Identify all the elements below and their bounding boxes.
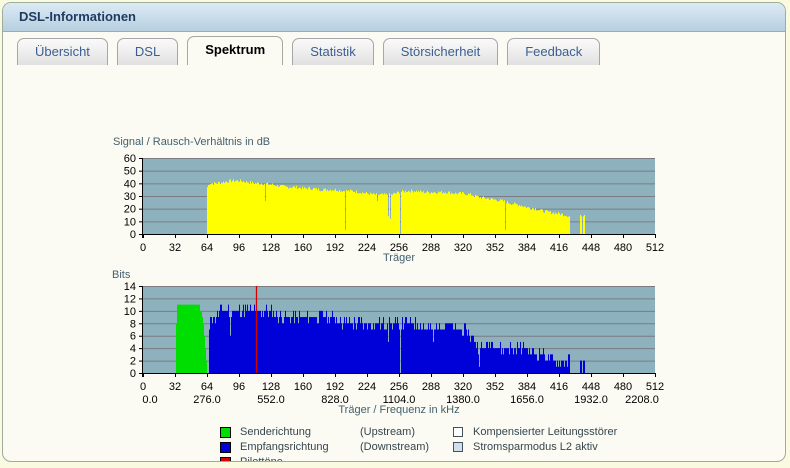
- svg-text:10: 10: [124, 216, 136, 228]
- svg-text:480: 480: [614, 242, 632, 254]
- svg-text:32: 32: [169, 381, 181, 393]
- svg-text:8: 8: [130, 318, 136, 330]
- legend-label-2: Pilottöne: [240, 456, 283, 462]
- flag-checkbox-0: [453, 427, 463, 437]
- tab-uebersicht[interactable]: Übersicht: [17, 38, 108, 65]
- bits-chart: 024681012140 32 64 96 128 160 192 224 256 288 320 3…: [112, 269, 664, 416]
- svg-text:128: 128: [262, 242, 280, 254]
- svg-text:1656.0: 1656.0: [510, 394, 544, 406]
- tab-bar: Übersicht DSL Spektrum Statistik Störsicherh…: [3, 32, 785, 65]
- svg-text:0: 0: [130, 229, 136, 241]
- svg-text:224: 224: [358, 242, 376, 254]
- svg-text:320: 320: [454, 381, 472, 393]
- svg-text:552.0: 552.0: [257, 394, 285, 406]
- spektrum-panel: 0 10 20 30 40 50 60 0 32 64 96 128 160 192 224 256 288 32…: [3, 65, 785, 462]
- legend-label-0: Senderichtung: [240, 426, 311, 438]
- tab-dsl[interactable]: DSL: [116, 38, 179, 65]
- legend-sublabel-1: (Downstream): [360, 441, 430, 453]
- flag-label-1: Stromsparmodus L2 aktiv: [473, 441, 598, 453]
- svg-text:288: 288: [422, 381, 440, 393]
- svg-text:480: 480: [614, 381, 632, 393]
- page: { "window": { "title": "DSL-Informatione…: [0, 0, 790, 468]
- svg-text:160: 160: [294, 242, 312, 254]
- svg-text:512: 512: [646, 242, 664, 254]
- svg-text:384: 384: [518, 381, 536, 393]
- svg-text:60: 60: [124, 153, 136, 165]
- window-titlebar: DSL-Informationen: [3, 3, 785, 32]
- snr-chart: 01020304050600 32 64 96 128 160 192 224 256 288 32…: [113, 136, 664, 264]
- svg-text:448: 448: [582, 381, 600, 393]
- svg-text:Träger / Frequenz in kHz: Träger / Frequenz in kHz: [338, 404, 459, 416]
- legend: Senderichtung (Upstream) Empfangsrichtung (…: [3, 423, 785, 462]
- svg-text:192: 192: [326, 381, 344, 393]
- svg-text:Bits: Bits: [112, 269, 131, 281]
- svg-text:0: 0: [130, 368, 136, 380]
- flag-label-0: Kompensierter Leitungsstörer: [473, 426, 618, 438]
- svg-text:256: 256: [390, 381, 408, 393]
- svg-text:288: 288: [422, 242, 440, 254]
- legend-swatch-2: [220, 457, 231, 461]
- svg-text:192: 192: [326, 242, 344, 254]
- svg-text:276.0: 276.0: [193, 394, 221, 406]
- svg-text:0: 0: [140, 381, 146, 393]
- svg-text:10: 10: [124, 306, 136, 318]
- legend-sublabel-0: (Upstream): [360, 426, 416, 438]
- flag-checkbox-1: [453, 442, 463, 452]
- svg-text:160: 160: [294, 381, 312, 393]
- svg-text:96: 96: [233, 381, 245, 393]
- legend-label-1: Empfangsrichtung: [240, 441, 329, 453]
- svg-text:Träger: Träger: [383, 252, 415, 264]
- svg-text:128: 128: [262, 381, 280, 393]
- svg-text:512: 512: [646, 381, 664, 393]
- svg-text:64: 64: [201, 242, 213, 254]
- window-title: DSL-Informationen: [19, 9, 136, 24]
- svg-text:30: 30: [124, 191, 136, 203]
- svg-text:4: 4: [130, 343, 136, 355]
- svg-text:224: 224: [358, 381, 376, 393]
- svg-text:50: 50: [124, 166, 136, 178]
- svg-text:6: 6: [130, 331, 136, 343]
- svg-text:Signal / Rausch-Verhältnis in: Signal / Rausch-Verhältnis in dB: [113, 136, 270, 148]
- tab-statistik[interactable]: Statistik: [292, 38, 374, 65]
- tab-feedback[interactable]: Feedback: [507, 38, 601, 65]
- svg-text:32: 32: [169, 242, 181, 254]
- svg-text:20: 20: [124, 204, 136, 216]
- svg-text:320: 320: [454, 242, 472, 254]
- svg-text:64: 64: [201, 381, 213, 393]
- svg-text:416: 416: [550, 242, 568, 254]
- svg-text:352: 352: [486, 242, 504, 254]
- legend-swatch-0: [220, 427, 231, 438]
- svg-text:352: 352: [486, 381, 504, 393]
- svg-text:448: 448: [582, 242, 600, 254]
- svg-text:416: 416: [550, 381, 568, 393]
- svg-text:1932.0: 1932.0: [574, 394, 608, 406]
- svg-text:384: 384: [518, 242, 536, 254]
- dsl-info-window: DSL-Informationen Übersicht DSL Spektrum St…: [2, 2, 786, 462]
- svg-text:2: 2: [130, 356, 136, 368]
- svg-text:0: 0: [140, 242, 146, 254]
- legend-swatch-1: [220, 442, 231, 453]
- tab-stoersicherheit[interactable]: Störsicherheit: [382, 38, 499, 65]
- svg-text:40: 40: [124, 178, 136, 190]
- svg-text:0.0: 0.0: [142, 394, 157, 406]
- svg-text:2208.0: 2208.0: [625, 394, 659, 406]
- svg-text:96: 96: [233, 242, 245, 254]
- svg-text:14: 14: [124, 281, 136, 293]
- svg-text:12: 12: [124, 293, 136, 305]
- tab-spektrum[interactable]: Spektrum: [187, 36, 284, 65]
